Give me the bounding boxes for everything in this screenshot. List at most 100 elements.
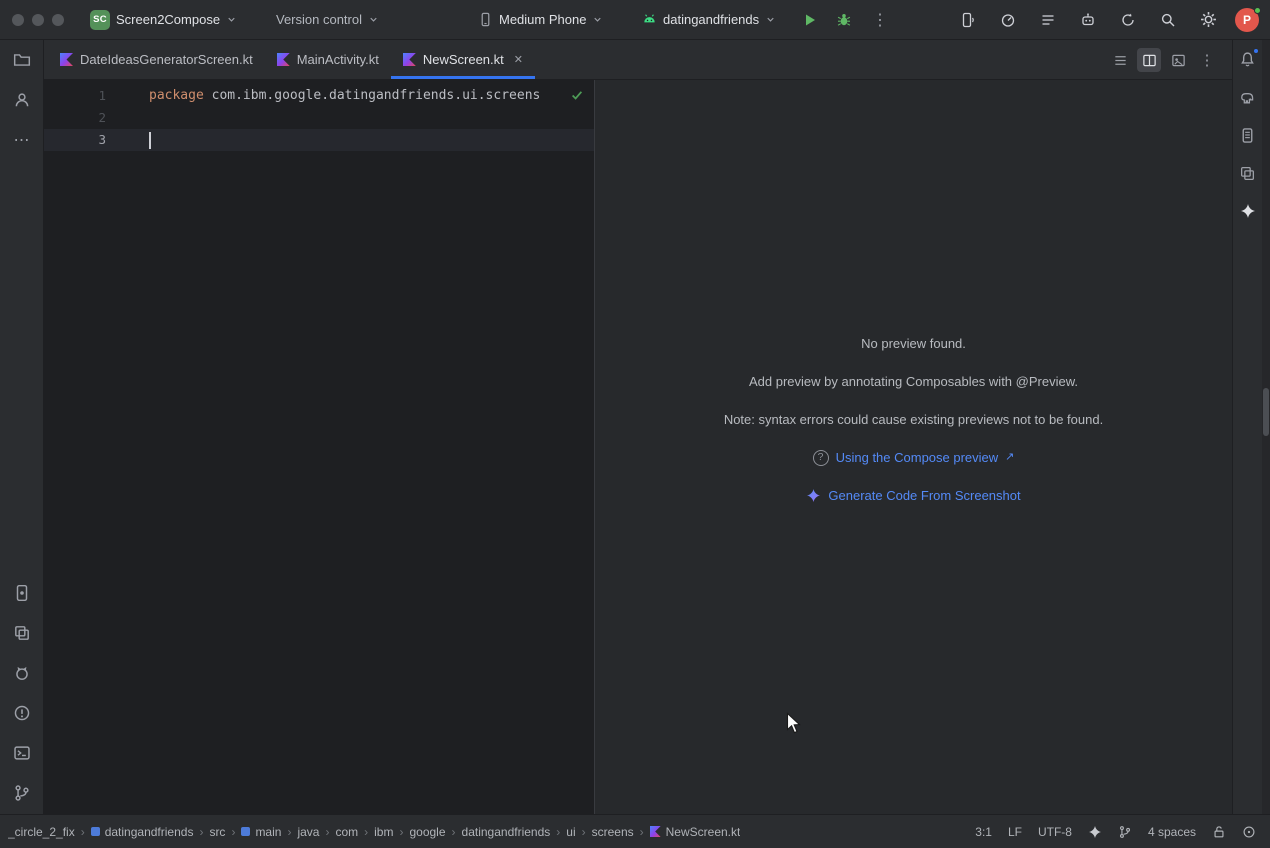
scrollbar-thumb[interactable] [1263, 388, 1269, 436]
settings-gear-icon[interactable] [1196, 8, 1220, 32]
compose-preview-docs-link[interactable]: Using the Compose preview [836, 447, 999, 468]
compose-preview-help-row: ? Using the Compose preview ↗ [813, 447, 1015, 468]
logcat-cat-icon[interactable] [8, 659, 36, 687]
left-toolwindow-top: ⋯ [8, 46, 36, 154]
inspections-ok-check-icon[interactable] [570, 88, 584, 102]
chevron-down-icon [765, 14, 776, 25]
breadcrumb-item[interactable]: java [297, 825, 319, 839]
kotlin-file-icon [403, 53, 416, 66]
gradle-elephant-icon[interactable] [1235, 84, 1261, 110]
breadcrumb-item[interactable]: _circle_2_fix [8, 825, 75, 839]
breadcrumb-separator: › [582, 825, 586, 839]
gemini-status-icon[interactable] [1088, 825, 1102, 839]
breadcrumb-item[interactable]: src [209, 825, 225, 839]
project-widget[interactable]: SC Screen2Compose [90, 0, 237, 39]
problems-icon[interactable] [8, 699, 36, 727]
tab-label: DateIdeasGeneratorScreen.kt [80, 52, 253, 67]
close-tab-icon[interactable]: ✕ [514, 53, 523, 66]
kotlin-file-icon [650, 826, 661, 837]
code-editor[interactable]: 1 package com.ibm.google.datingandfriend… [44, 80, 595, 814]
editor-line[interactable]: 2 [44, 107, 594, 129]
tab-options-kebab-icon[interactable]: ⋮ [1195, 48, 1219, 72]
caret-position-widget[interactable]: 3:1 [975, 825, 992, 839]
module-icon [91, 827, 100, 836]
ellipsis-icon: ⋯ [14, 130, 30, 150]
ai-assistant-icon[interactable] [1076, 8, 1100, 32]
run-configuration-label: datingandfriends [663, 12, 759, 27]
tab-dateideasgeneratorscreen[interactable]: DateIdeasGeneratorScreen.kt [48, 40, 265, 79]
breadcrumb-separator: › [556, 825, 560, 839]
device-manager-icon[interactable] [8, 619, 36, 647]
editor-line-active[interactable]: 3 [44, 129, 594, 151]
device-manager-icon[interactable] [1235, 160, 1261, 186]
help-question-icon[interactable]: ? [813, 450, 829, 466]
code-view-icon[interactable] [1108, 48, 1132, 72]
lock-open-icon[interactable] [1212, 825, 1226, 839]
editor-tabbar: DateIdeasGeneratorScreen.kt MainActivity… [44, 40, 1232, 80]
window-minimize-button[interactable] [32, 14, 44, 26]
breadcrumb-item[interactable]: screens [592, 825, 634, 839]
generate-code-from-screenshot-link[interactable]: Generate Code From Screenshot [828, 485, 1020, 506]
tab-newscreen[interactable]: NewScreen.kt ✕ [391, 40, 535, 79]
run-configuration-selector[interactable]: datingandfriends [642, 0, 776, 39]
question-glyph: ? [818, 447, 824, 468]
encoding-widget[interactable]: UTF-8 [1038, 825, 1072, 839]
version-control-branch-icon[interactable] [8, 779, 36, 807]
main-area: ⋯ DateIdeasGeneratorScreen.kt [0, 40, 1270, 814]
version-control-widget[interactable]: Version control [276, 0, 379, 39]
device-mirroring-icon[interactable] [956, 8, 980, 32]
left-toolwindow-bottom [8, 579, 36, 807]
breadcrumb-item[interactable]: datingandfriends [91, 825, 194, 839]
breadcrumb-item[interactable]: datingandfriends [462, 825, 551, 839]
breadcrumb-item[interactable]: ui [566, 825, 575, 839]
gemini-icon[interactable] [1235, 198, 1261, 224]
module-icon [241, 827, 250, 836]
breadcrumb-item[interactable]: ibm [374, 825, 393, 839]
design-view-icon[interactable] [1166, 48, 1190, 72]
split-view-icon[interactable] [1137, 48, 1161, 72]
terminal-icon[interactable] [8, 739, 36, 767]
online-status-dot [1254, 7, 1261, 14]
profiler-icon[interactable] [996, 8, 1020, 32]
breadcrumb: _circle_2_fix › datingandfriends › src ›… [8, 825, 740, 839]
breadcrumb-separator: › [231, 825, 235, 839]
editor-split: 1 package com.ibm.google.datingandfriend… [44, 80, 1232, 814]
breadcrumb-separator: › [452, 825, 456, 839]
more-run-options-button[interactable]: ⋮ [872, 0, 888, 39]
window-controls [12, 0, 64, 39]
debug-button[interactable] [836, 0, 852, 39]
keyword-token: package [149, 85, 204, 107]
statusbar-widgets: 3:1 LF UTF-8 4 spaces [975, 825, 1256, 839]
gradle-sync-icon[interactable] [1116, 8, 1140, 32]
breadcrumb-item-file[interactable]: NewScreen.kt [650, 825, 741, 839]
window-close-button[interactable] [12, 14, 24, 26]
line-separator-widget[interactable]: LF [1008, 825, 1022, 839]
git-branch-icon[interactable] [1118, 825, 1132, 839]
profile-widget[interactable]: P [1235, 0, 1259, 39]
search-icon[interactable] [1156, 8, 1180, 32]
line-number: 3 [44, 129, 106, 151]
breadcrumb-item[interactable]: main [241, 825, 281, 839]
avatar-initial: P [1243, 13, 1251, 27]
running-devices-icon[interactable] [8, 579, 36, 607]
project-folder-icon[interactable] [8, 46, 36, 74]
scrollbar-track[interactable] [1262, 40, 1270, 814]
window-zoom-button[interactable] [52, 14, 64, 26]
notifications-bell-icon[interactable] [1235, 46, 1261, 72]
tab-mainactivity[interactable]: MainActivity.kt [265, 40, 391, 79]
run-button[interactable] [802, 0, 818, 39]
breadcrumb-item[interactable]: google [409, 825, 445, 839]
chevron-down-icon [592, 14, 603, 25]
more-tool-windows-icon[interactable]: ⋯ [8, 126, 36, 154]
notification-dot [1253, 48, 1259, 54]
people-icon[interactable] [8, 86, 36, 114]
device-explorer-icon[interactable] [1235, 122, 1261, 148]
inspections-status-icon[interactable] [1242, 825, 1256, 839]
breadcrumb-item[interactable]: com [335, 825, 358, 839]
line-number: 1 [44, 85, 106, 107]
preview-hint-1: Add preview by annotating Composables wi… [749, 371, 1078, 392]
device-selector[interactable]: Medium Phone [478, 0, 603, 39]
editor-line[interactable]: 1 package com.ibm.google.datingandfriend… [44, 85, 594, 107]
logcat-icon[interactable] [1036, 8, 1060, 32]
indent-widget[interactable]: 4 spaces [1148, 825, 1196, 839]
